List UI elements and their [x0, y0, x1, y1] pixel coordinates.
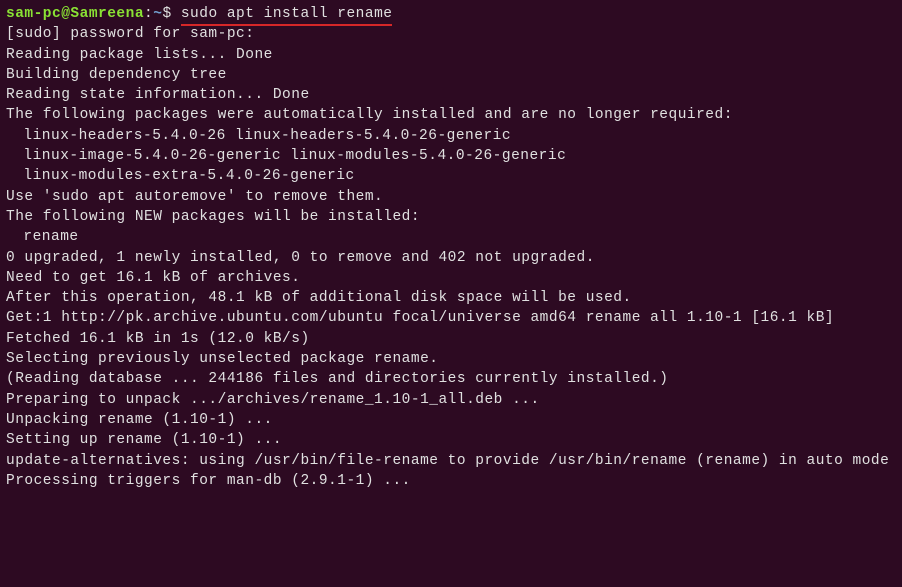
output-line: Building dependency tree — [6, 65, 896, 85]
command-content: sudo apt install rename — [181, 6, 393, 22]
output-line: [sudo] password for sam-pc: — [6, 24, 896, 44]
output-line: The following NEW packages will be insta… — [6, 207, 896, 227]
command-text[interactable]: sudo apt install rename — [181, 4, 393, 24]
output-line: Need to get 16.1 kB of archives. — [6, 268, 896, 288]
output-line: Fetched 16.1 kB in 1s (12.0 kB/s) — [6, 329, 896, 349]
output-line: Reading state information... Done — [6, 85, 896, 105]
separator: : — [144, 6, 153, 22]
output-line: Unpacking rename (1.10-1) ... — [6, 410, 896, 430]
output-line: update-alternatives: using /usr/bin/file… — [6, 451, 896, 471]
output-line: After this operation, 48.1 kB of additio… — [6, 288, 896, 308]
terminal-output: [sudo] password for sam-pc:Reading packa… — [6, 24, 896, 491]
output-line: linux-headers-5.4.0-26 linux-headers-5.4… — [6, 126, 896, 146]
prompt-line: sam-pc@Samreena:~$ sudo apt install rena… — [6, 4, 896, 24]
output-line: linux-modules-extra-5.4.0-26-generic — [6, 166, 896, 186]
user-host: sam-pc@Samreena — [6, 6, 144, 22]
output-line: rename — [6, 227, 896, 247]
output-line: Preparing to unpack .../archives/rename_… — [6, 390, 896, 410]
output-line: Selecting previously unselected package … — [6, 349, 896, 369]
prompt-symbol: $ — [162, 6, 171, 22]
output-line: 0 upgraded, 1 newly installed, 0 to remo… — [6, 248, 896, 268]
output-line: Use 'sudo apt autoremove' to remove them… — [6, 187, 896, 207]
output-line: The following packages were automaticall… — [6, 105, 896, 125]
output-line: Processing triggers for man-db (2.9.1-1)… — [6, 471, 896, 491]
output-line: linux-image-5.4.0-26-generic linux-modul… — [6, 146, 896, 166]
output-line: Setting up rename (1.10-1) ... — [6, 430, 896, 450]
output-line: Get:1 http://pk.archive.ubuntu.com/ubunt… — [6, 308, 896, 328]
output-line: (Reading database ... 244186 files and d… — [6, 369, 896, 389]
output-line: Reading package lists... Done — [6, 45, 896, 65]
command-underline — [181, 24, 393, 26]
